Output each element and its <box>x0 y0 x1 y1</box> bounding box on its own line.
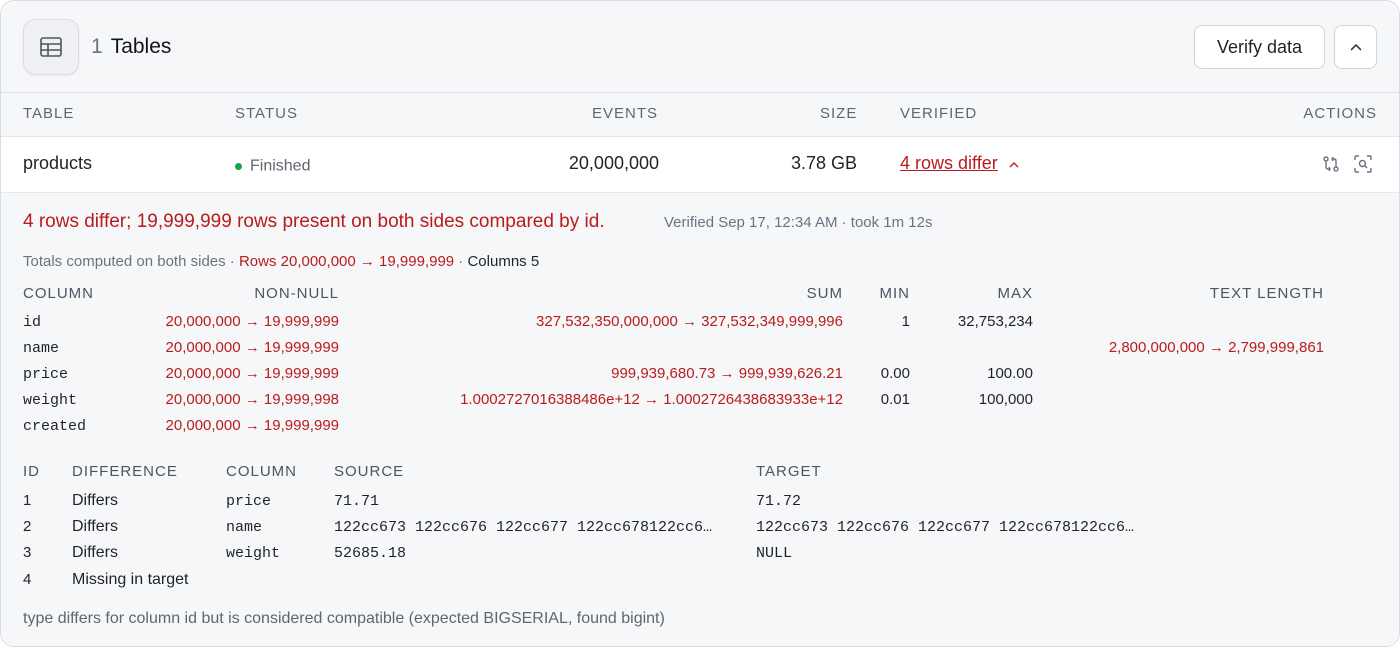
diff-id: 2 <box>23 518 32 535</box>
status-text: Finished <box>250 157 311 175</box>
verified-link[interactable]: 4 rows differ <box>900 153 1019 174</box>
diff-id: 3 <box>23 544 32 561</box>
diff-column: name <box>226 519 263 536</box>
totals-rows: Rows 20,000,000 → 19,999,999 <box>238 253 455 270</box>
diff-source: 52685.18 <box>334 545 407 562</box>
rows-differ-link[interactable]: 4 rows differ <box>900 153 998 173</box>
tables-card: 1 Tables Verify data TABLE STATUS EVENTS… <box>0 0 1400 647</box>
table-icon <box>23 18 79 75</box>
card-header: 1 Tables Verify data <box>1 1 1399 93</box>
verify-data-button[interactable]: Verify data <box>1194 25 1325 69</box>
stats-column-name: weight <box>23 392 78 409</box>
collapse-button[interactable] <box>1334 25 1377 69</box>
diff-column: price <box>226 493 272 510</box>
diff-difference: Differs <box>72 492 118 509</box>
stats-header-max: MAX <box>997 285 1033 302</box>
diff-target: 122cc673 122cc676 122cc677 122cc678122cc… <box>756 519 1135 536</box>
diff-source: 122cc673 122cc676 122cc677 122cc678122cc… <box>334 519 713 536</box>
table-name: products <box>23 153 93 173</box>
diff-header-difference: DIFFERENCE <box>72 463 178 480</box>
diff-difference: Missing in target <box>72 571 189 588</box>
status-dot <box>235 162 242 170</box>
diff-summary: 4 rows differ; 19,999,999 rows present o… <box>23 211 605 232</box>
stats-sum: 1.0002727016388486e+12 → 1.0002726438683… <box>460 391 843 408</box>
table-row[interactable]: products Finished 20,000,000 3.78 GB 4 r… <box>1 137 1399 193</box>
diff-header-source: SOURCE <box>334 463 405 480</box>
table-header-row: TABLE STATUS EVENTS SIZE VERIFIED ACTION… <box>1 93 1399 137</box>
stats-max: 100.00 <box>987 365 1033 382</box>
header-title: Tables <box>110 34 172 58</box>
stats-header-non-null: NON-NULL <box>254 285 339 302</box>
diff-source: 71.71 <box>334 493 380 510</box>
stats-non-null: 20,000,000 → 19,999,999 <box>165 339 339 356</box>
diff-difference: Differs <box>72 518 118 535</box>
stats-column-name: created <box>23 418 87 435</box>
totals-sep: · <box>458 253 464 270</box>
type-footnote: type differs for column id but is consid… <box>23 610 665 627</box>
stats-min: 0.00 <box>880 365 910 382</box>
chevron-up-icon <box>1349 43 1362 51</box>
status-badge: Finished <box>235 155 310 176</box>
totals-line: Totals computed on both sides · Rows 20,… <box>23 253 539 270</box>
row-actions <box>1321 154 1373 174</box>
totals-columns: Columns 5 <box>467 253 540 270</box>
verification-details: 4 rows differ; 19,999,999 rows present o… <box>1 193 1399 646</box>
diff-header-column: COLUMN <box>226 463 298 480</box>
stats-header-column: COLUMN <box>23 285 95 302</box>
stats-non-null: 20,000,000 → 19,999,998 <box>165 391 339 408</box>
inspect-icon[interactable] <box>1353 154 1373 174</box>
chevron-up-icon <box>1009 161 1019 168</box>
compare-icon[interactable] <box>1321 154 1341 174</box>
diff-header-id: ID <box>23 463 40 480</box>
totals-prefix: Totals computed on both sides · <box>23 253 235 270</box>
stats-header-sum: SUM <box>806 285 843 302</box>
stats-header-min: MIN <box>879 285 910 302</box>
diff-column: weight <box>226 545 281 562</box>
stats-text-length: 2,800,000,000 → 2,799,999,861 <box>1108 339 1324 356</box>
stats-sum: 999,939,680.73 → 999,939,626.21 <box>611 365 843 382</box>
stats-min: 1 <box>901 313 910 330</box>
stats-non-null: 20,000,000 → 19,999,999 <box>165 417 339 434</box>
stats-non-null: 20,000,000 → 19,999,999 <box>165 365 339 382</box>
diff-header-target: TARGET <box>756 463 822 480</box>
stats-column-name: id <box>23 314 42 331</box>
diff-target: 71.72 <box>756 493 802 510</box>
header-verified: VERIFIED <box>900 105 978 122</box>
diff-target: NULL <box>756 545 793 562</box>
table-count: 1 <box>91 34 103 58</box>
stats-non-null: 20,000,000 → 19,999,999 <box>165 313 339 330</box>
diff-id: 1 <box>23 492 32 509</box>
table-size: 3.78 GB <box>790 153 857 173</box>
stats-sum: 327,532,350,000,000 → 327,532,349,999,99… <box>536 313 843 330</box>
header-events: EVENTS <box>592 105 659 122</box>
stats-header-text-length: TEXT LENGTH <box>1209 285 1324 302</box>
diff-difference: Differs <box>72 544 118 561</box>
verified-timestamp: Verified Sep 17, 12:34 AM · took 1m 12s <box>664 214 933 231</box>
stats-max: 32,753,234 <box>957 313 1033 330</box>
header-table: TABLE <box>23 105 75 122</box>
events-count: 20,000,000 <box>568 153 659 173</box>
header-actions: ACTIONS <box>1303 105 1377 122</box>
diff-id: 4 <box>23 571 32 588</box>
stats-column-name: name <box>23 340 60 357</box>
stats-min: 0.01 <box>880 391 910 408</box>
stats-max: 100,000 <box>978 391 1033 408</box>
stats-column-name: price <box>23 366 69 383</box>
header-size: SIZE <box>820 105 858 122</box>
header-status: STATUS <box>235 105 298 122</box>
